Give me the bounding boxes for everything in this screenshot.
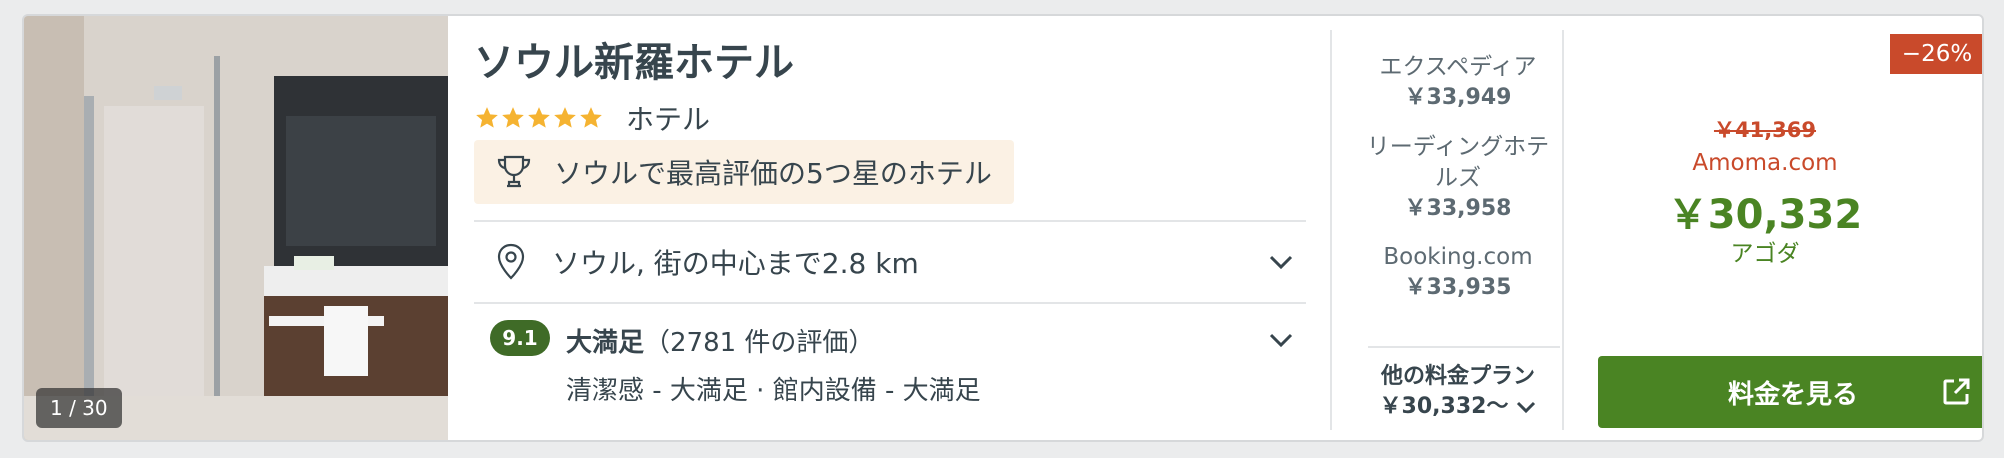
offer-provider: エクスペディア bbox=[1379, 54, 1537, 80]
trophy-icon bbox=[497, 155, 531, 188]
offer-item[interactable]: エクスペディア ￥33,949 bbox=[1354, 52, 1562, 113]
hotel-name[interactable]: ソウル新羅ホテル bbox=[474, 30, 794, 88]
chevron-down-icon bbox=[1517, 401, 1536, 414]
rating-details: 清潔感 - 大満足 · 館内設備 - 大満足 bbox=[566, 376, 981, 406]
offer-price: ￥33,935 bbox=[1404, 275, 1512, 300]
offer-provider: Booking.com bbox=[1383, 244, 1533, 270]
hotel-info: ソウル新羅ホテル ホテル ソウルで最高評価の5つ星のホテル ソウル, 街の中心ま… bbox=[474, 16, 1330, 440]
external-link-icon bbox=[1943, 378, 1970, 405]
offer-price: ￥33,949 bbox=[1404, 85, 1512, 110]
hotel-photo[interactable]: 1 / 30 bbox=[24, 16, 448, 440]
top-rated-badge: ソウルで最高評価の5つ星のホテル bbox=[474, 140, 1014, 204]
offer-provider: リーディングホテルズ bbox=[1366, 134, 1550, 191]
rating-score: 9.1 bbox=[490, 320, 550, 356]
offer-item[interactable]: Booking.com ￥33,935 bbox=[1354, 242, 1562, 303]
review-row[interactable]: 9.1 大満足 （2781 件の評価） 清潔感 - 大満足 · 館内設備 - 大… bbox=[474, 306, 1306, 436]
bathroom-photo-illustration bbox=[24, 16, 448, 440]
hotel-type: ホテル bbox=[626, 103, 711, 136]
star-icon bbox=[502, 107, 524, 128]
stars-row: ホテル bbox=[474, 98, 710, 138]
offer-item[interactable]: リーディングホテルズ ￥33,958 bbox=[1354, 132, 1562, 224]
badge-text: ソウルで最高評価の5つ星のホテル bbox=[554, 157, 992, 190]
divider bbox=[474, 302, 1306, 304]
other-plans-price: ￥30,332〜 bbox=[1379, 394, 1509, 419]
star-icon bbox=[476, 107, 498, 128]
column-divider bbox=[1330, 30, 1332, 430]
other-plans-price-wrap: ￥30,332〜 bbox=[1380, 392, 1537, 422]
deal-provider: アゴダ bbox=[1730, 241, 1800, 267]
chevron-down-icon[interactable] bbox=[1268, 254, 1294, 270]
hotel-result-card[interactable]: 1 / 30 ソウル新羅ホテル ホテル ソウルで最高評価の5つ星のホテル ソウル… bbox=[22, 14, 1984, 442]
rating-label: 大満足 bbox=[566, 328, 645, 358]
view-deal-label: 料金を見る bbox=[1727, 379, 1858, 410]
star-rating bbox=[474, 105, 604, 131]
star-icon bbox=[528, 107, 550, 128]
deal-price[interactable]: ￥30,332 bbox=[1580, 182, 1950, 240]
rating-count: （2781 件の評価） bbox=[644, 328, 875, 358]
location-pin-icon bbox=[497, 243, 525, 280]
offer-price: ￥33,958 bbox=[1404, 196, 1512, 221]
location-row[interactable]: ソウル, 街の中心まで2.8 km bbox=[474, 222, 1306, 302]
star-icon bbox=[580, 107, 602, 128]
column-divider bbox=[1562, 30, 1564, 430]
photo-counter: 1 / 30 bbox=[36, 388, 122, 428]
best-deal: −26% ￥41,369 Amoma.com ￥30,332 アゴダ 料金を見る bbox=[1580, 16, 1982, 440]
other-plans-link[interactable]: 他の料金プラン ￥30,332〜 bbox=[1354, 362, 1562, 422]
old-price-provider: Amoma.com bbox=[1692, 150, 1838, 176]
star-icon bbox=[554, 107, 576, 128]
old-price: ￥41,369 bbox=[1713, 118, 1817, 142]
discount-badge: −26% bbox=[1890, 34, 1982, 74]
other-offers: エクスペディア ￥33,949 リーディングホテルズ ￥33,958 Booki… bbox=[1354, 16, 1562, 440]
divider bbox=[1368, 346, 1560, 348]
location-text: ソウル, 街の中心まで2.8 km bbox=[552, 247, 919, 280]
view-deal-button[interactable]: 料金を見る bbox=[1598, 356, 1982, 428]
other-plans-label: 他の料金プラン bbox=[1380, 364, 1535, 389]
chevron-down-icon[interactable] bbox=[1268, 332, 1294, 348]
